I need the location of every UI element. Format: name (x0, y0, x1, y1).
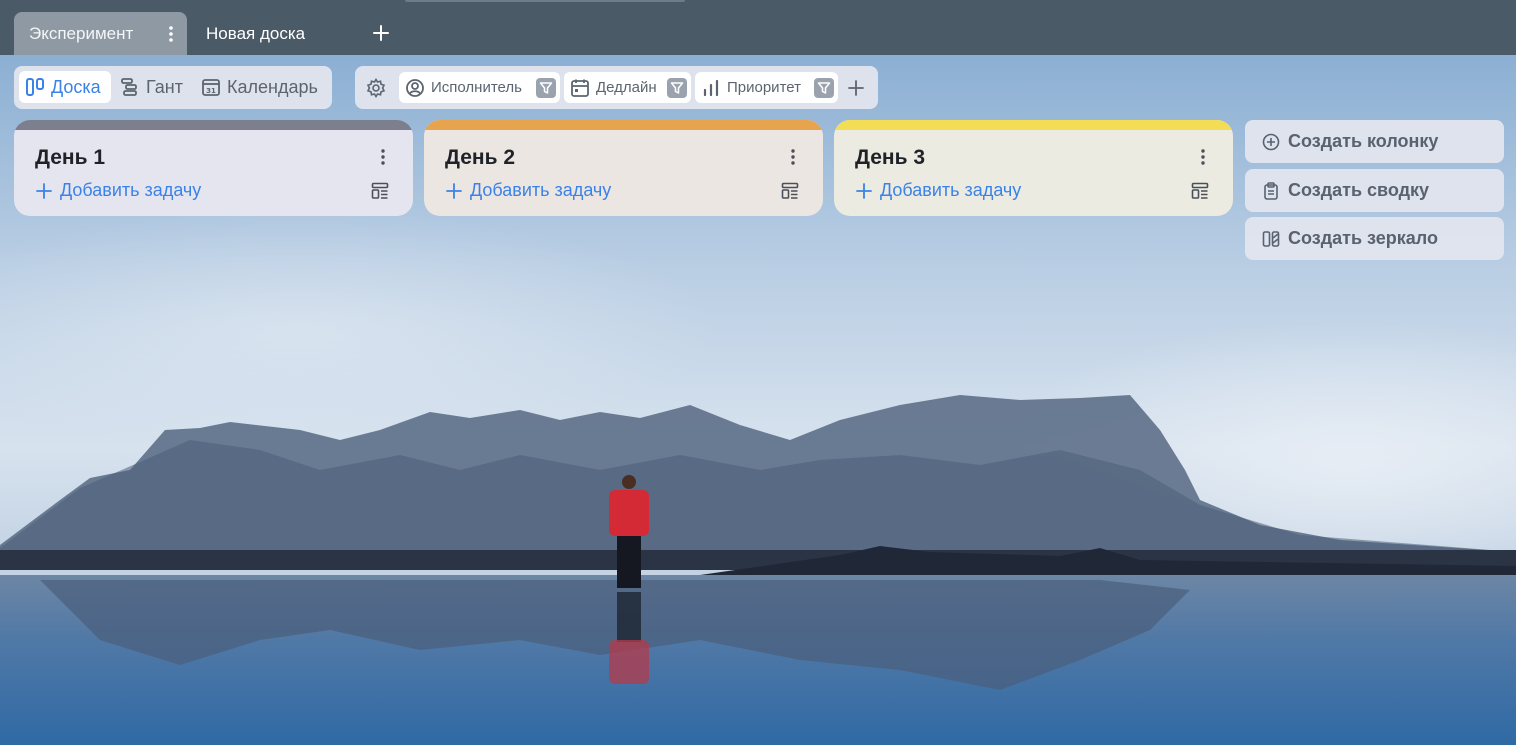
add-task-button[interactable]: Добавить задачу (446, 180, 611, 201)
plus-circle-icon (1262, 133, 1280, 151)
tab-label: Эксперимент (29, 23, 134, 43)
add-task-button[interactable]: Добавить задачу (856, 180, 1021, 201)
column-menu-icon[interactable] (791, 149, 795, 165)
add-task-label: Добавить задачу (60, 180, 202, 200)
create-mirror-label: Создать зеркало (1288, 228, 1438, 248)
column-menu-icon[interactable] (1201, 149, 1205, 165)
plus-icon (446, 182, 462, 199)
view-board-label: Доска (51, 76, 101, 97)
column-menu-icon[interactable] (381, 149, 385, 165)
mirror-icon (1262, 230, 1280, 248)
view-calendar-button[interactable]: 31 Календарь (201, 71, 318, 103)
calendar-icon (570, 78, 590, 98)
view-gantt-button[interactable]: Гант (120, 71, 183, 103)
create-mirror-button[interactable]: Создать зеркало (1245, 217, 1504, 260)
add-task-button[interactable]: Добавить задачу (36, 180, 201, 201)
funnel-icon[interactable] (667, 78, 687, 98)
view-board-button[interactable]: Доска (19, 71, 111, 103)
filter-deadline-label: Дедлайн (596, 79, 657, 96)
plus-icon (36, 182, 52, 199)
plus-icon[interactable] (372, 24, 390, 42)
bar-chart-icon (701, 78, 721, 98)
tab-bar-top-indicator (405, 0, 685, 2)
column-color-stripe (834, 120, 1233, 130)
user-circle-icon (405, 78, 425, 98)
template-icon[interactable] (1191, 182, 1209, 200)
gear-icon[interactable] (366, 78, 386, 98)
board-background-image (0, 0, 1516, 745)
create-summary-button[interactable]: Создать сводку (1245, 169, 1504, 212)
column-color-stripe (424, 120, 823, 130)
svg-text:31: 31 (206, 87, 216, 95)
board-column-day-3: День 3 Добавить задачу (834, 120, 1233, 216)
filter-deadline[interactable]: Дедлайн (564, 72, 691, 103)
board-column-day-1: День 1 Добавить задачу (14, 120, 413, 216)
filter-priority-label: Приоритет (727, 79, 801, 96)
column-color-stripe (14, 120, 413, 130)
filter-bar: Исполнитель Дедлайн Приоритет (355, 66, 878, 109)
gantt-icon (120, 77, 140, 97)
column-title[interactable]: День 1 (35, 146, 105, 170)
board-column-day-2: День 2 Добавить задачу (424, 120, 823, 216)
tab-menu-icon[interactable] (169, 26, 173, 42)
template-icon[interactable] (371, 182, 389, 200)
tab-experiment[interactable]: Эксперимент (14, 12, 187, 55)
add-task-label: Добавить задачу (880, 180, 1022, 200)
add-filter-plus-icon[interactable] (848, 80, 864, 96)
plus-icon (856, 182, 872, 199)
create-column-button[interactable]: Создать колонку (1245, 120, 1504, 163)
column-title[interactable]: День 3 (855, 146, 925, 170)
view-switcher: Доска Гант 31 Календарь (14, 66, 332, 109)
tab-label: Новая доска (206, 23, 306, 43)
funnel-icon[interactable] (536, 78, 556, 98)
view-gantt-label: Гант (146, 76, 183, 97)
create-summary-label: Создать сводку (1288, 180, 1430, 200)
board-tab-bar: Эксперимент Новая доска (0, 0, 1516, 55)
clipboard-icon (1262, 181, 1280, 200)
kanban-icon (25, 77, 45, 97)
column-title[interactable]: День 2 (445, 146, 515, 170)
filter-assignee-label: Исполнитель (431, 79, 522, 96)
template-icon[interactable] (781, 182, 799, 200)
tab-new-board[interactable]: Новая доска (206, 12, 305, 55)
view-calendar-label: Календарь (227, 76, 318, 97)
filter-assignee[interactable]: Исполнитель (399, 72, 560, 103)
create-column-label: Создать колонку (1288, 131, 1439, 151)
calendar-icon: 31 (201, 77, 221, 97)
funnel-icon[interactable] (814, 78, 834, 98)
add-task-label: Добавить задачу (470, 180, 612, 200)
filter-priority[interactable]: Приоритет (695, 72, 838, 103)
